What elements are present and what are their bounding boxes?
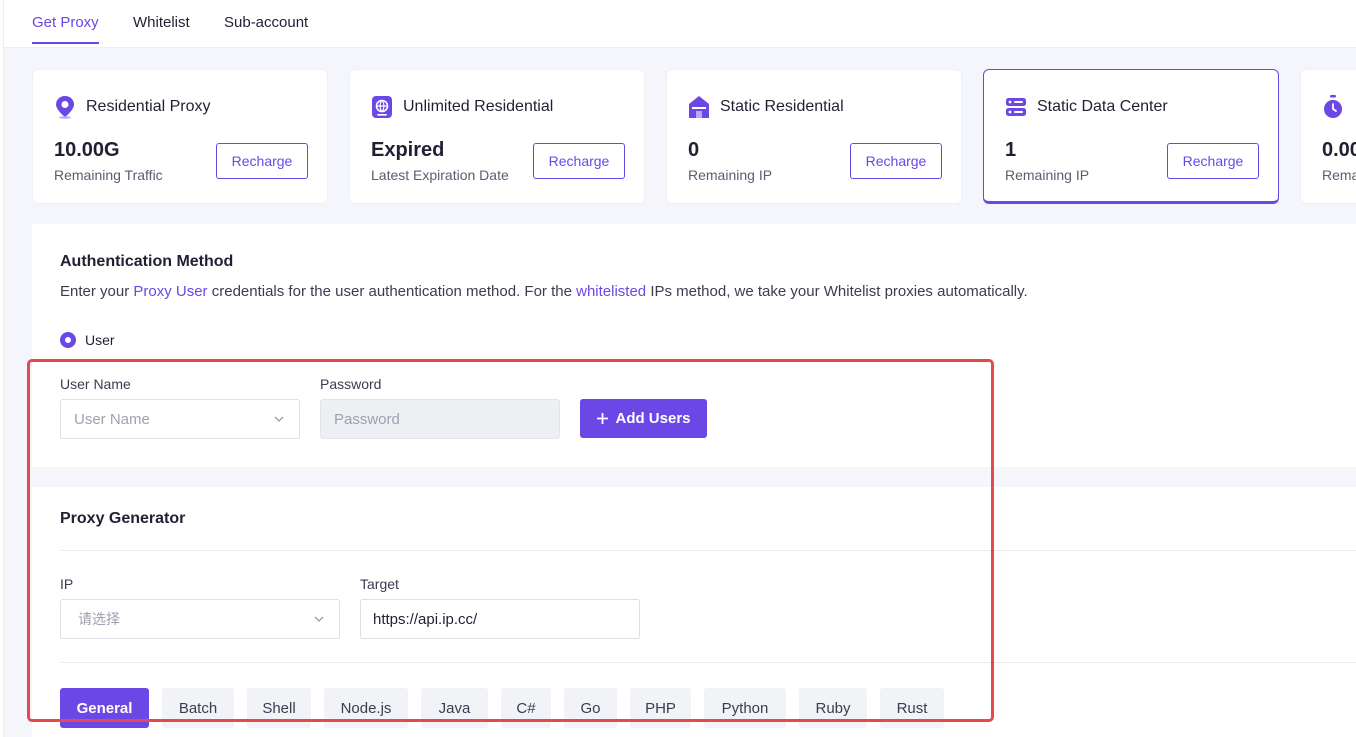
- card-subtitle: Remaining Traffic: [54, 167, 163, 183]
- lang-tab-rust[interactable]: Rust: [880, 688, 944, 728]
- recharge-button[interactable]: Recharge: [216, 143, 308, 179]
- card-value: 0.00: [1322, 139, 1356, 161]
- proxy-user-link[interactable]: Proxy User: [133, 283, 207, 300]
- generator-title: Proxy Generator: [60, 510, 186, 527]
- password-placeholder: Password: [334, 410, 400, 428]
- desc-text: credentials for the user authentication …: [207, 283, 577, 300]
- add-users-button[interactable]: Add Users: [580, 399, 707, 438]
- user-radio-option[interactable]: User: [60, 332, 115, 348]
- username-placeholder: User Name: [74, 410, 150, 428]
- card-value: 10.00G: [54, 139, 120, 161]
- globe-icon: [372, 96, 392, 118]
- card-title: Unlimited Residential: [403, 98, 554, 115]
- divider: [60, 662, 1356, 663]
- location-pin-icon: [56, 96, 74, 119]
- target-value: https://api.ip.cc/: [373, 610, 478, 628]
- lang-tab-go[interactable]: Go: [564, 688, 617, 728]
- username-label: User Name: [60, 376, 131, 392]
- auth-title: Authentication Method: [60, 253, 234, 270]
- chevron-down-icon: [274, 416, 284, 422]
- authentication-panel: Authentication Method Enter your Proxy U…: [32, 224, 1356, 467]
- left-edge: [0, 0, 4, 737]
- card-subtitle: Remaining IP: [688, 167, 773, 183]
- lang-tab-php[interactable]: PHP: [630, 688, 691, 728]
- card-title: Static Residential: [720, 98, 844, 115]
- card-value: 1: [1005, 139, 1017, 161]
- card-subtitle: Remaining IP: [1005, 167, 1090, 183]
- house-icon: [689, 96, 709, 118]
- lang-tab-nodejs[interactable]: Node.js: [324, 688, 408, 728]
- top-tab-bar: Get Proxy Whitelist Sub-account: [4, 0, 1356, 48]
- lang-tab-python[interactable]: Python: [704, 688, 786, 728]
- add-users-label: Add Users: [615, 410, 691, 427]
- card-title: Static Data Center: [1037, 98, 1168, 115]
- lang-tab-batch[interactable]: Batch: [162, 688, 234, 728]
- tab-whitelist[interactable]: Whitelist: [133, 14, 190, 42]
- ip-label: IP: [60, 576, 74, 592]
- desc-text: Enter your: [60, 283, 134, 300]
- radio-button[interactable]: [60, 332, 76, 348]
- lang-tab-shell[interactable]: Shell: [247, 688, 311, 728]
- card-subtitle: Rema: [1322, 167, 1356, 183]
- proxy-generator-panel: Proxy Generator IP 请选择 Target https://ap…: [32, 487, 1356, 737]
- target-input[interactable]: https://api.ip.cc/: [360, 599, 640, 639]
- password-label: Password: [320, 376, 382, 392]
- ip-select[interactable]: 请选择: [60, 599, 340, 639]
- divider: [60, 550, 1356, 551]
- card-partial[interactable]: 0.00 Rema: [1300, 69, 1356, 204]
- recharge-button[interactable]: Recharge: [850, 143, 942, 179]
- lang-tab-csharp[interactable]: C#: [501, 688, 551, 728]
- lang-tab-ruby[interactable]: Ruby: [799, 688, 867, 728]
- lang-tab-java[interactable]: Java: [421, 688, 488, 728]
- timer-icon: [1324, 95, 1342, 118]
- target-label: Target: [360, 576, 399, 592]
- whitelisted-link[interactable]: whitelisted: [576, 283, 646, 300]
- recharge-button[interactable]: Recharge: [533, 143, 625, 179]
- card-residential-proxy[interactable]: Residential Proxy 10.00G Remaining Traff…: [32, 69, 328, 204]
- card-title: Residential Proxy: [86, 98, 211, 115]
- username-select[interactable]: User Name: [60, 399, 300, 439]
- lang-tab-general[interactable]: General: [60, 688, 149, 728]
- language-tabs: General Batch Shell Node.js Java C# Go P…: [60, 688, 944, 728]
- recharge-button[interactable]: Recharge: [1167, 143, 1259, 179]
- ip-placeholder: 请选择: [78, 612, 120, 628]
- tab-get-proxy[interactable]: Get Proxy: [32, 14, 99, 44]
- radio-label: User: [85, 332, 115, 348]
- card-static-data-center[interactable]: Static Data Center 1 Remaining IP Rechar…: [983, 69, 1279, 204]
- chevron-down-icon: [314, 616, 324, 622]
- card-subtitle: Latest Expiration Date: [371, 167, 509, 183]
- plus-icon: [597, 413, 609, 424]
- card-static-residential[interactable]: Static Residential 0 Remaining IP Rechar…: [666, 69, 962, 204]
- tab-sub-account[interactable]: Sub-account: [224, 14, 308, 42]
- password-input[interactable]: Password: [320, 399, 560, 439]
- card-value: 0: [688, 139, 700, 161]
- server-icon: [1006, 98, 1026, 116]
- card-value: Expired: [371, 139, 445, 161]
- card-unlimited-residential[interactable]: Unlimited Residential Expired Latest Exp…: [349, 69, 645, 204]
- auth-description: Enter your Proxy User credentials for th…: [60, 283, 1028, 300]
- desc-text: IPs method, we take your Whitelist proxi…: [646, 283, 1028, 300]
